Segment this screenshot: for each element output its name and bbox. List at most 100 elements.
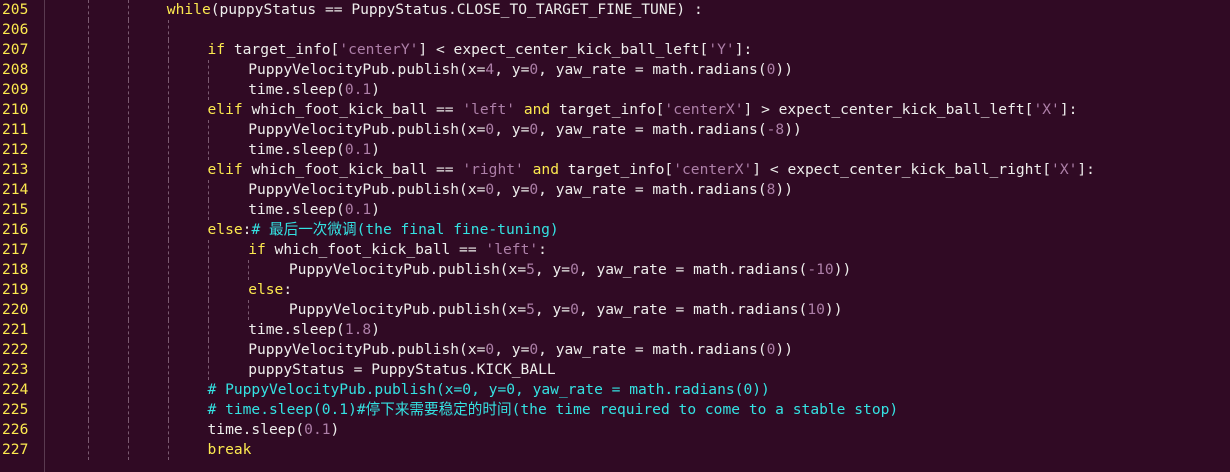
indent-guide xyxy=(128,160,129,180)
indent-guide xyxy=(128,320,129,340)
code-line[interactable]: 213 elif which_foot_kick_ball == 'right' … xyxy=(0,160,1230,180)
code-token: ]: xyxy=(1059,101,1078,118)
code-text: if which_foot_kick_ball == 'left': xyxy=(248,240,547,260)
indent-guide xyxy=(168,120,169,140)
keyword-token: else xyxy=(207,221,243,238)
number-token: -8 xyxy=(766,121,785,138)
code-token: PuppyVelocityPub.publish(x= xyxy=(248,341,486,358)
code-text: else: xyxy=(248,280,292,300)
code-line[interactable]: 207 if target_info['centerY'] < expect_ce… xyxy=(0,40,1230,60)
code-text: PuppyVelocityPub.publish(x=0, y=0, yaw_r… xyxy=(248,340,793,360)
code-token: )) xyxy=(775,341,793,358)
code-line[interactable]: 216 else:# 最后一次微调(the final fine-tuning) xyxy=(0,220,1230,240)
code-line[interactable]: 223 puppyStatus = PuppyStatus.KICK_BALL xyxy=(0,360,1230,380)
code-token: , y= xyxy=(494,121,530,138)
indent-guide xyxy=(88,120,89,140)
code-text: while(puppyStatus == PuppyStatus.CLOSE_T… xyxy=(167,0,703,20)
code-line[interactable]: 224 # PuppyVelocityPub.publish(x=0, y=0, … xyxy=(0,380,1230,400)
line-number: 207 xyxy=(2,41,29,58)
line-number: 205 xyxy=(2,1,29,18)
indent-guide xyxy=(88,20,89,40)
code-line[interactable]: 219 else: xyxy=(0,280,1230,300)
code-text: puppyStatus = PuppyStatus.KICK_BALL xyxy=(248,360,556,380)
indent-guide xyxy=(168,320,169,340)
code-token: )) xyxy=(833,261,852,278)
code-token: time.sleep( xyxy=(248,321,345,338)
indent-guide xyxy=(208,120,209,140)
number-token: 0.1 xyxy=(344,81,372,98)
comment-token: # time.sleep(0.1)#停下来需要稳定的时间(the time re… xyxy=(207,401,899,418)
indent-guide xyxy=(128,120,129,140)
string-token: 'centerX' xyxy=(673,161,753,178)
code-token: target_info[ xyxy=(550,101,665,118)
keyword-token: elif xyxy=(207,161,243,178)
indent-guide xyxy=(208,180,209,200)
indent-guide xyxy=(88,100,89,120)
code-line[interactable]: 222 PuppyVelocityPub.publish(x=0, y=0, ya… xyxy=(0,340,1230,360)
code-line[interactable]: 217 if which_foot_kick_ball == 'left': xyxy=(0,240,1230,260)
keyword-token: else xyxy=(248,281,284,298)
indent-guide xyxy=(88,0,89,20)
line-number: 206 xyxy=(2,21,29,38)
string-token: 'left' xyxy=(462,101,516,118)
indent-guide xyxy=(168,240,169,260)
indent-guide xyxy=(88,40,89,60)
indent-guide xyxy=(88,140,89,160)
code-text: if target_info['centerY'] < expect_cente… xyxy=(208,40,753,60)
indent-guide xyxy=(128,40,129,60)
indent-guide xyxy=(168,80,169,100)
code-line[interactable]: 221 time.sleep(1.8) xyxy=(0,320,1230,340)
indent-guide xyxy=(168,160,169,180)
indent-guide xyxy=(128,260,129,280)
code-line[interactable]: 215 time.sleep(0.1) xyxy=(0,200,1230,220)
line-number: 211 xyxy=(2,121,29,138)
code-editor[interactable]: 205 while(puppyStatus == PuppyStatus.CLOS… xyxy=(0,0,1230,472)
code-line[interactable]: 218 PuppyVelocityPub.publish(x=5, y=0, ya… xyxy=(0,260,1230,280)
code-line[interactable]: 209 time.sleep(0.1) xyxy=(0,80,1230,100)
keyword-token: and xyxy=(532,161,559,178)
code-token: ) xyxy=(371,141,380,158)
code-line[interactable]: 205 while(puppyStatus == PuppyStatus.CLOS… xyxy=(0,0,1230,20)
indent-guide xyxy=(168,440,169,460)
code-line[interactable]: 211 PuppyVelocityPub.publish(x=0, y=0, ya… xyxy=(0,120,1230,140)
code-line[interactable]: 214 PuppyVelocityPub.publish(x=0, y=0, ya… xyxy=(0,180,1230,200)
number-token: 5 xyxy=(526,301,535,318)
indent-guide xyxy=(208,320,209,340)
indent-guide xyxy=(168,280,169,300)
number-token: 5 xyxy=(526,261,535,278)
keyword-token: if xyxy=(207,41,226,58)
code-line[interactable]: 226 time.sleep(0.1) xyxy=(0,420,1230,440)
string-token: 'X' xyxy=(1033,101,1060,118)
indent-guide xyxy=(168,340,169,360)
indent-guide xyxy=(88,360,89,380)
indent-guide xyxy=(88,80,89,100)
code-line[interactable]: 208 PuppyVelocityPub.publish(x=4, y=0, ya… xyxy=(0,60,1230,80)
code-token: ] < expect_center_kick_ball_left[ xyxy=(418,41,709,58)
indent-guide xyxy=(128,0,129,20)
indent-guide xyxy=(128,200,129,220)
string-token: 'Y' xyxy=(708,41,735,58)
indent-guide xyxy=(248,300,249,320)
indent-guide xyxy=(128,240,129,260)
code-line[interactable]: 227 break xyxy=(0,440,1230,460)
code-line[interactable]: 206 xyxy=(0,20,1230,40)
line-number: 210 xyxy=(2,101,29,118)
number-token: 0 xyxy=(485,121,495,138)
code-token: time.sleep( xyxy=(248,141,345,158)
indent-guide xyxy=(88,340,89,360)
indent-guide xyxy=(128,280,129,300)
number-token: 0 xyxy=(570,261,579,278)
code-token: puppyStatus = PuppyStatus.KICK_BALL xyxy=(248,361,556,378)
code-line[interactable]: 210 elif which_foot_kick_ball == 'left' a… xyxy=(0,100,1230,120)
code-text: PuppyVelocityPub.publish(x=5, y=0, yaw_r… xyxy=(289,300,843,320)
code-line[interactable]: 225 # time.sleep(0.1)#停下来需要稳定的时间(the time… xyxy=(0,400,1230,420)
indent-guide xyxy=(208,300,209,320)
indent-guide xyxy=(88,160,89,180)
code-line[interactable]: 212 time.sleep(0.1) xyxy=(0,140,1230,160)
number-token: 1.8 xyxy=(344,321,372,338)
code-token: ]: xyxy=(734,41,753,58)
keyword-token: if xyxy=(248,241,266,258)
code-token: )) xyxy=(775,61,793,78)
code-line[interactable]: 220 PuppyVelocityPub.publish(x=5, y=0, ya… xyxy=(0,300,1230,320)
